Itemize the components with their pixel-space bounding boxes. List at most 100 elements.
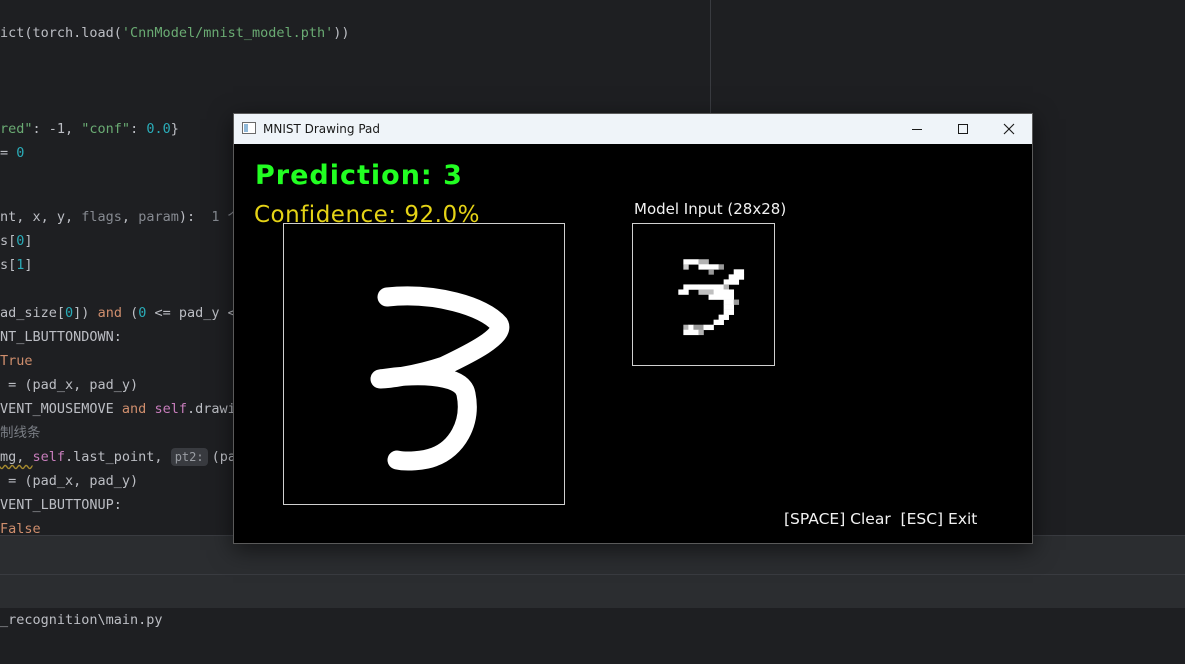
code-token: VENT_MOUSEMOVE: [0, 401, 122, 417]
model-input-label: Model Input (28x28): [634, 200, 787, 218]
model-input-pixel: [723, 284, 729, 290]
model-input-pixel: [698, 289, 714, 295]
window-title: MNIST Drawing Pad: [263, 122, 381, 136]
model-input-pixel: [683, 264, 689, 270]
code-token: ]): [73, 305, 98, 321]
model-input-pixel: [713, 319, 724, 326]
code-token: and: [97, 305, 122, 321]
code-line: VENT_LBUTTONUP:: [0, 493, 122, 517]
code-token: param: [138, 209, 179, 225]
code-token: pt2:: [170, 448, 208, 466]
model-input-pixel: [683, 259, 699, 265]
model-input-pixel: [708, 294, 735, 300]
model-input-pixel: [713, 289, 735, 295]
code-line: 制线条: [0, 421, 41, 445]
model-input-pixel: [698, 264, 719, 270]
mnist-drawing-pad-window[interactable]: MNIST Drawing Pad Prediction: 3 Confiden…: [233, 113, 1033, 544]
code-token: (: [121, 305, 139, 321]
code-line: VENT_MOUSEMOVE and self.drawin: [0, 397, 244, 421]
code-token: : -1,: [32, 121, 82, 137]
code-token: = (pad_x, pad_y): [0, 377, 139, 393]
model-input-pixel: [733, 269, 745, 275]
title-bar[interactable]: MNIST Drawing Pad: [234, 114, 1032, 144]
code-token: }: [170, 121, 179, 137]
app-window-icon: [242, 122, 256, 134]
code-line: True: [0, 349, 33, 373]
model-input-pixel: [718, 314, 729, 320]
minimize-icon: [912, 129, 922, 130]
model-input-pixel: [688, 324, 694, 331]
model-input-image: [678, 259, 745, 336]
drawing-canvas[interactable]: Prediction: 3 Confidence: 92.0% Model In…: [234, 144, 1032, 543]
code-line: = 0: [0, 141, 24, 165]
code-token: mg,: [0, 449, 33, 465]
model-input-pixel: [708, 269, 714, 275]
code-token: "conf": [81, 121, 131, 137]
minimize-button[interactable]: [894, 114, 940, 144]
model-input-pixel: [723, 309, 735, 315]
drawing-pad[interactable]: [283, 223, 565, 505]
code-line: mg, self.last_point, pt2: (pad: [0, 445, 244, 469]
code-token: and: [121, 401, 147, 417]
model-input-pixel: [733, 299, 740, 305]
code-line: s[0]: [0, 229, 33, 253]
code-token: red": [0, 121, 33, 137]
model-input-pixel: [718, 264, 724, 270]
model-input-pixel: [728, 274, 745, 280]
code-line: red": -1, "conf": 0.0}: [0, 117, 179, 141]
close-button[interactable]: [986, 114, 1032, 144]
code-token: self: [32, 449, 66, 465]
terminal-panel[interactable]: [0, 608, 1185, 664]
code-token: )): [333, 25, 350, 41]
code-line: = (pad_x, pad_y): [0, 469, 138, 493]
model-input-pixel: [683, 324, 689, 331]
code-token: s[: [0, 257, 17, 273]
code-token: ict(torch.load(: [0, 25, 122, 41]
code-line: ad_size[0]) and (0 <= pad_y <: [0, 301, 236, 325]
code-token: flags: [81, 209, 122, 225]
model-input-pixel: [723, 279, 740, 285]
code-line: nt, x, y, flags, param): 1 个用: [0, 205, 255, 229]
model-input-pixel: [693, 324, 704, 331]
code-token: s[: [0, 233, 17, 249]
code-token: ]: [24, 233, 33, 249]
model-input-pixel: [698, 259, 709, 265]
code-token: <= pad_y <: [146, 305, 236, 321]
model-input-pixel: [723, 299, 735, 305]
model-input-pixel: [698, 284, 724, 290]
code-token: 'CnnModel/mnist_model.pth': [121, 25, 334, 41]
code-token: ,: [121, 209, 139, 225]
code-token: nt, x, y,: [0, 209, 82, 225]
model-input-pixel: [703, 324, 714, 331]
code-line: s[1]: [0, 253, 33, 277]
code-token: ]: [24, 257, 33, 273]
code-token: ad_size[: [0, 305, 66, 321]
terminal-path: _recognition\main.py: [0, 612, 163, 628]
keyboard-hints: [SPACE] Clear [ESC] Exit: [784, 510, 978, 528]
model-input-pixel: [683, 329, 699, 336]
code-token: :: [130, 121, 147, 137]
code-token: ):: [178, 209, 212, 225]
code-token: =: [0, 145, 17, 161]
maximize-button[interactable]: [940, 114, 986, 144]
code-token: NT_LBUTTONDOWN:: [0, 329, 122, 345]
code-token: 制线条: [0, 425, 41, 441]
model-input-pixel: [723, 304, 735, 310]
code-line: = (pad_x, pad_y): [0, 373, 138, 397]
code-token: self: [154, 401, 187, 417]
code-token: True: [0, 353, 33, 369]
close-icon: [1003, 123, 1015, 135]
model-input-pixel: [678, 289, 689, 295]
code-token: VENT_LBUTTONUP:: [0, 497, 122, 513]
model-input-preview: [632, 223, 775, 366]
model-input-pixel: [698, 329, 704, 336]
model-input-pixel: [683, 284, 699, 290]
code-token: 0: [16, 145, 25, 161]
tool-window-header: [0, 574, 1185, 609]
code-token: = (pad_x, pad_y): [0, 473, 139, 489]
code-token: .last_point,: [65, 449, 171, 465]
code-token: 0: [65, 305, 74, 321]
maximize-icon: [958, 124, 968, 134]
code-line: ict(torch.load('CnnModel/mnist_model.pth…: [0, 21, 350, 45]
code-line: NT_LBUTTONDOWN:: [0, 325, 122, 349]
